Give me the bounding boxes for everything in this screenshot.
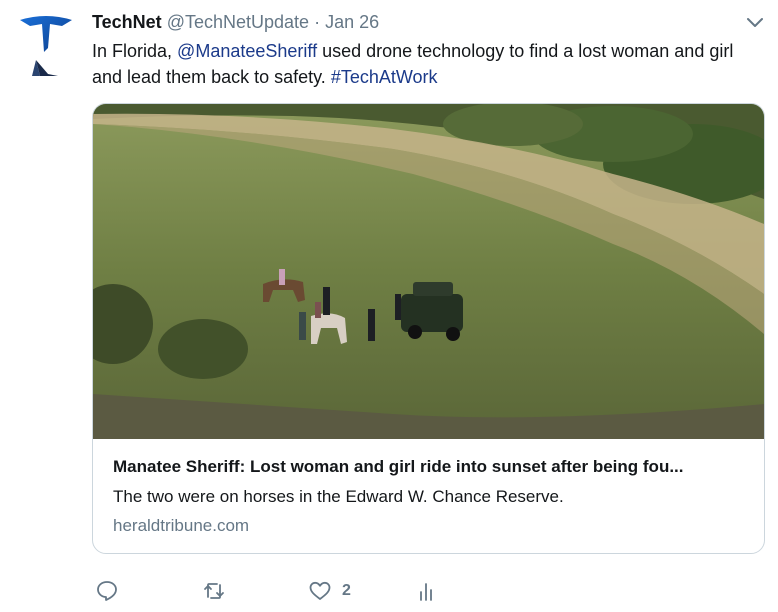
analytics-button[interactable]: [414, 576, 438, 606]
tweet-text-before: In Florida,: [92, 41, 178, 61]
retweet-icon: [204, 583, 224, 599]
reply-icon: [97, 581, 117, 601]
tweet-date[interactable]: Jan 26: [325, 12, 379, 32]
like-button[interactable]: 2: [308, 576, 351, 606]
card-title[interactable]: Manatee Sheriff: Lost woman and girl rid…: [113, 457, 745, 477]
technet-logo-icon: [20, 16, 72, 76]
tweet-text: In Florida, @ManateeSheriff used drone t…: [92, 38, 768, 90]
analytics-icon: [420, 583, 432, 601]
retweet-button[interactable]: [202, 576, 226, 606]
like-count: 2: [342, 582, 351, 599]
author-avatar[interactable]: [18, 12, 74, 82]
tweet-actions: 2: [92, 576, 512, 606]
chevron-down-icon[interactable]: [746, 14, 764, 32]
header-separator: ·: [314, 12, 321, 32]
card-description: The two were on horses in the Edward W. …: [113, 487, 564, 506]
author-name[interactable]: TechNet: [92, 12, 162, 32]
heart-icon: [309, 581, 331, 600]
link-preview-card[interactable]: Manatee Sheriff: Lost woman and girl rid…: [92, 103, 765, 554]
reply-button[interactable]: [95, 576, 119, 606]
mention-link[interactable]: @ManateeSheriff: [177, 41, 317, 61]
author-handle[interactable]: @TechNetUpdate: [167, 12, 309, 32]
card-image: [93, 104, 764, 439]
tweet-header: TechNet @TechNetUpdate · Jan 26: [92, 12, 758, 36]
hashtag-link[interactable]: #TechAtWork: [331, 67, 438, 87]
card-domain: heraldtribune.com: [113, 516, 250, 535]
